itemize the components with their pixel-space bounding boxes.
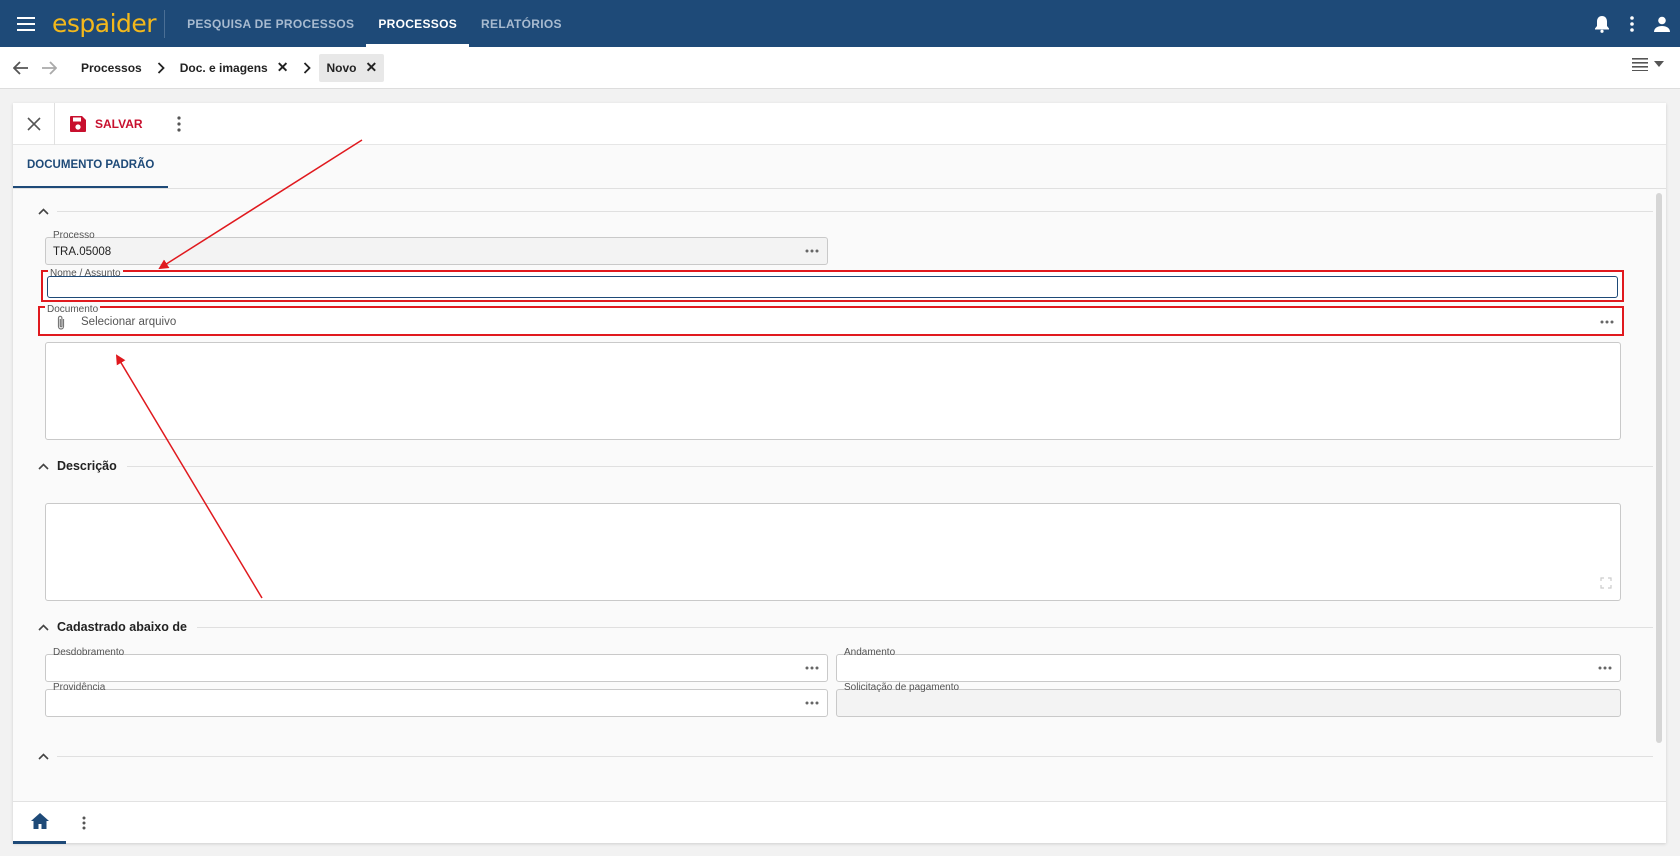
more-horiz-icon[interactable] <box>803 244 821 258</box>
section-title: Cadastrado abaixo de <box>57 620 187 634</box>
bottom-tabbar <box>13 801 1666 844</box>
list-view-icon <box>1632 58 1648 71</box>
section-divider <box>126 465 1653 467</box>
save-button[interactable]: SALVAR <box>69 115 143 133</box>
desdobramento-field[interactable]: Desdobramento <box>45 647 828 682</box>
more-horiz-icon[interactable] <box>803 661 821 675</box>
chevron-right-icon <box>153 60 169 76</box>
documento-label: Documento <box>45 304 101 315</box>
hamburger-menu-icon[interactable] <box>0 0 52 47</box>
expand-icon[interactable] <box>1600 576 1612 594</box>
providencia-label: Providência <box>51 682 108 693</box>
breadcrumb-doc-imagens[interactable]: Doc. e imagens ✕ <box>173 54 296 82</box>
section-header-cadastrado[interactable]: Cadastrado abaixo de <box>35 619 1653 635</box>
nome-assunto-field[interactable]: Nome / Assunto <box>41 268 1624 302</box>
chevron-right-icon <box>299 60 315 76</box>
solicitacao-pagamento-field: Solicitação de pagamento <box>836 682 1621 717</box>
user-icon[interactable] <box>1652 14 1672 34</box>
breadcrumb-label: Doc. e imagens <box>179 60 268 75</box>
section-header-more[interactable] <box>35 748 1653 764</box>
save-icon <box>70 115 86 132</box>
form-content: Processo TRA.05008 Nome / Assunto Docume… <box>13 192 1653 802</box>
breadcrumb-novo[interactable]: Novo ✕ <box>319 53 385 82</box>
more-vert-icon[interactable] <box>76 813 92 833</box>
descricao-textarea[interactable] <box>45 503 1621 601</box>
nav-tab-processos[interactable]: PROCESSOS <box>366 0 470 47</box>
processo-field[interactable]: Processo TRA.05008 <box>45 230 828 265</box>
section-divider <box>57 210 1653 212</box>
close-icon[interactable]: ✕ <box>365 59 377 76</box>
form-toolbar: SALVAR <box>13 102 1666 145</box>
processo-label: Processo <box>51 230 97 241</box>
solicitacao-label: Solicitação de pagamento <box>842 682 962 693</box>
breadcrumb-processos[interactable]: Processos <box>74 54 149 82</box>
home-tab[interactable] <box>13 802 66 844</box>
document-panel: SALVAR DOCUMENTO PADRÃO Processo TRA.050… <box>13 102 1666 843</box>
nav-tab-pesquisa[interactable]: PESQUISA DE PROCESSOS <box>175 0 366 47</box>
documento-placeholder[interactable]: Selecionar arquivo <box>81 316 176 328</box>
chevron-up-icon[interactable] <box>35 748 51 764</box>
section-header-descricao[interactable]: Descrição <box>35 458 1653 474</box>
home-icon <box>30 813 49 829</box>
andamento-label: Andamento <box>842 647 898 658</box>
chevron-up-icon[interactable] <box>35 203 51 219</box>
close-icon <box>26 116 41 131</box>
chevron-up-icon[interactable] <box>35 458 51 474</box>
logo-divider <box>164 9 166 38</box>
tab-documento-padrao[interactable]: DOCUMENTO PADRÃO <box>13 144 169 188</box>
more-vert-icon[interactable] <box>1622 14 1642 34</box>
close-button[interactable] <box>13 102 55 145</box>
chevron-down-icon <box>1654 61 1664 67</box>
documento-field[interactable]: Documento Selecionar arquivo <box>38 304 1624 336</box>
section-divider <box>57 755 1653 757</box>
form-tabs: DOCUMENTO PADRÃO <box>13 145 1666 189</box>
document-preview-area[interactable] <box>45 342 1621 440</box>
bell-icon[interactable] <box>1592 14 1612 34</box>
chevron-up-icon[interactable] <box>35 619 51 635</box>
breadcrumb-label: Processos <box>81 60 142 75</box>
nav-tab-relatorios[interactable]: RELATÓRIOS <box>469 0 574 47</box>
top-navbar: espaider PESQUISA DE PROCESSOS PROCESSOS… <box>0 0 1680 47</box>
section-header-main[interactable] <box>35 203 1653 219</box>
desdobramento-label: Desdobramento <box>51 647 127 658</box>
more-horiz-icon[interactable] <box>803 696 821 710</box>
processo-value: TRA.05008 <box>53 246 112 258</box>
more-horiz-icon[interactable] <box>1596 661 1614 675</box>
vertical-scrollbar[interactable] <box>1656 193 1662 743</box>
breadcrumb: Processos Doc. e imagens ✕ Novo ✕ <box>0 47 1680 89</box>
app-logo[interactable]: espaider <box>52 0 164 47</box>
section-divider <box>196 626 1653 628</box>
save-label: SALVAR <box>95 116 143 131</box>
view-menu-button[interactable] <box>1632 57 1664 71</box>
breadcrumb-label: Novo <box>326 60 357 75</box>
andamento-field[interactable]: Andamento <box>836 647 1621 682</box>
forward-arrow-icon[interactable] <box>36 55 62 81</box>
close-icon[interactable]: ✕ <box>277 59 289 76</box>
more-horiz-icon[interactable] <box>1598 315 1616 329</box>
back-arrow-icon[interactable] <box>8 55 34 81</box>
nome-assunto-input[interactable] <box>47 276 1618 298</box>
paperclip-icon <box>56 315 66 336</box>
section-title: Descrição <box>57 459 117 473</box>
providencia-field[interactable]: Providência <box>45 682 828 717</box>
more-vert-icon[interactable] <box>171 114 187 134</box>
